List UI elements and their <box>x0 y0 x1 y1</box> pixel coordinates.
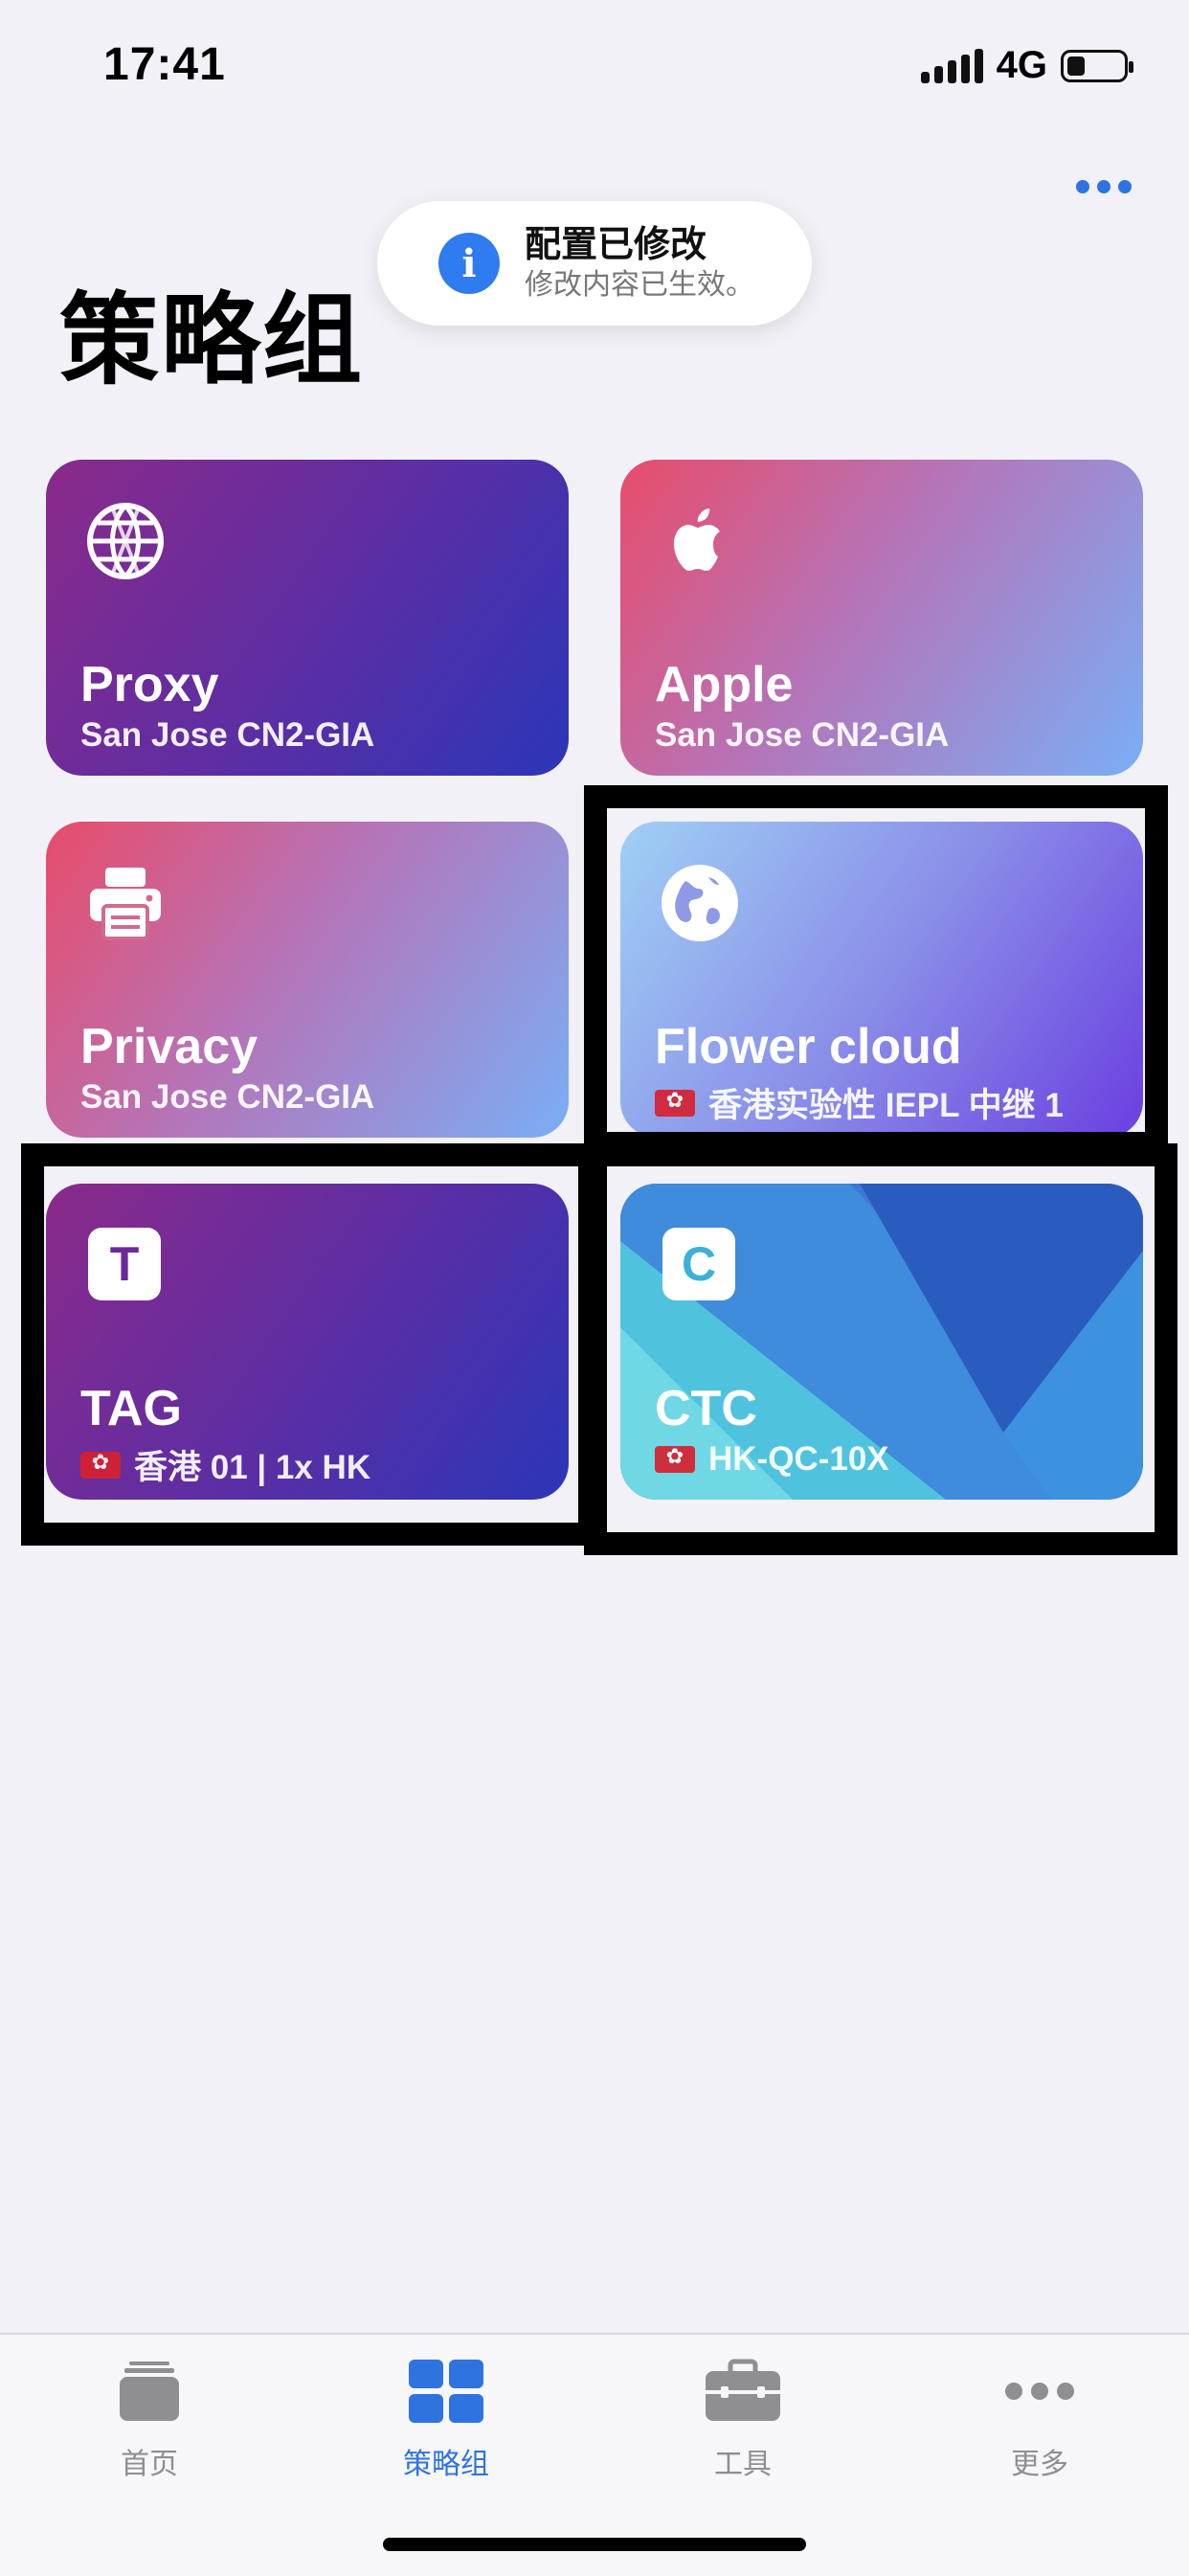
card-name: Proxy <box>80 657 219 712</box>
tab-label: 更多 <box>1011 2449 1068 2480</box>
policy-card-apple[interactable]: Apple San Jose CN2-GIA <box>620 460 1143 776</box>
globe-grid-icon <box>84 500 167 582</box>
tab-policy-groups[interactable]: 策略组 <box>350 2356 542 2482</box>
battery-icon <box>1061 49 1133 82</box>
ellipsis-icon <box>1000 2356 1079 2427</box>
page-title: 策略组 <box>59 285 365 396</box>
highlight-box <box>584 785 1168 1155</box>
card-name: Apple <box>655 657 794 712</box>
tab-more[interactable]: 更多 <box>944 2356 1135 2482</box>
tab-label: 工具 <box>714 2449 772 2480</box>
tab-label: 策略组 <box>403 2449 489 2480</box>
info-icon: i <box>438 233 500 294</box>
card-name: Privacy <box>80 1019 258 1074</box>
tab-tools[interactable]: 工具 <box>647 2356 839 2482</box>
apple-logo-icon <box>659 500 741 582</box>
status-indicators: 4G <box>920 44 1133 87</box>
card-selected-node: San Jose CN2-GIA <box>80 1078 375 1116</box>
card-selected-node: San Jose CN2-GIA <box>655 716 950 754</box>
stack-icon <box>110 2356 189 2427</box>
network-type: 4G <box>996 44 1047 86</box>
toast-title: 配置已修改 <box>525 225 707 265</box>
status-time: 17:41 <box>103 39 226 90</box>
signal-icon <box>920 48 983 83</box>
home-indicator[interactable] <box>383 2538 806 2551</box>
policy-card-proxy[interactable]: Proxy San Jose CN2-GIA <box>46 460 569 776</box>
tab-home[interactable]: 首页 <box>54 2356 245 2482</box>
more-menu-button[interactable] <box>1076 180 1132 193</box>
highlight-box <box>584 1143 1178 1555</box>
toast-notification: i 配置已修改 修改内容已生效。 <box>377 201 812 326</box>
card-selected-node: San Jose CN2-GIA <box>80 716 375 754</box>
highlight-box <box>21 1143 601 1546</box>
tab-label: 首页 <box>121 2449 178 2480</box>
policy-card-privacy[interactable]: Privacy San Jose CN2-GIA <box>46 822 569 1138</box>
printer-icon <box>84 862 167 944</box>
toast-subtitle: 修改内容已生效。 <box>525 269 754 301</box>
toolbox-icon <box>704 2356 782 2427</box>
grid-icon <box>407 2356 485 2427</box>
